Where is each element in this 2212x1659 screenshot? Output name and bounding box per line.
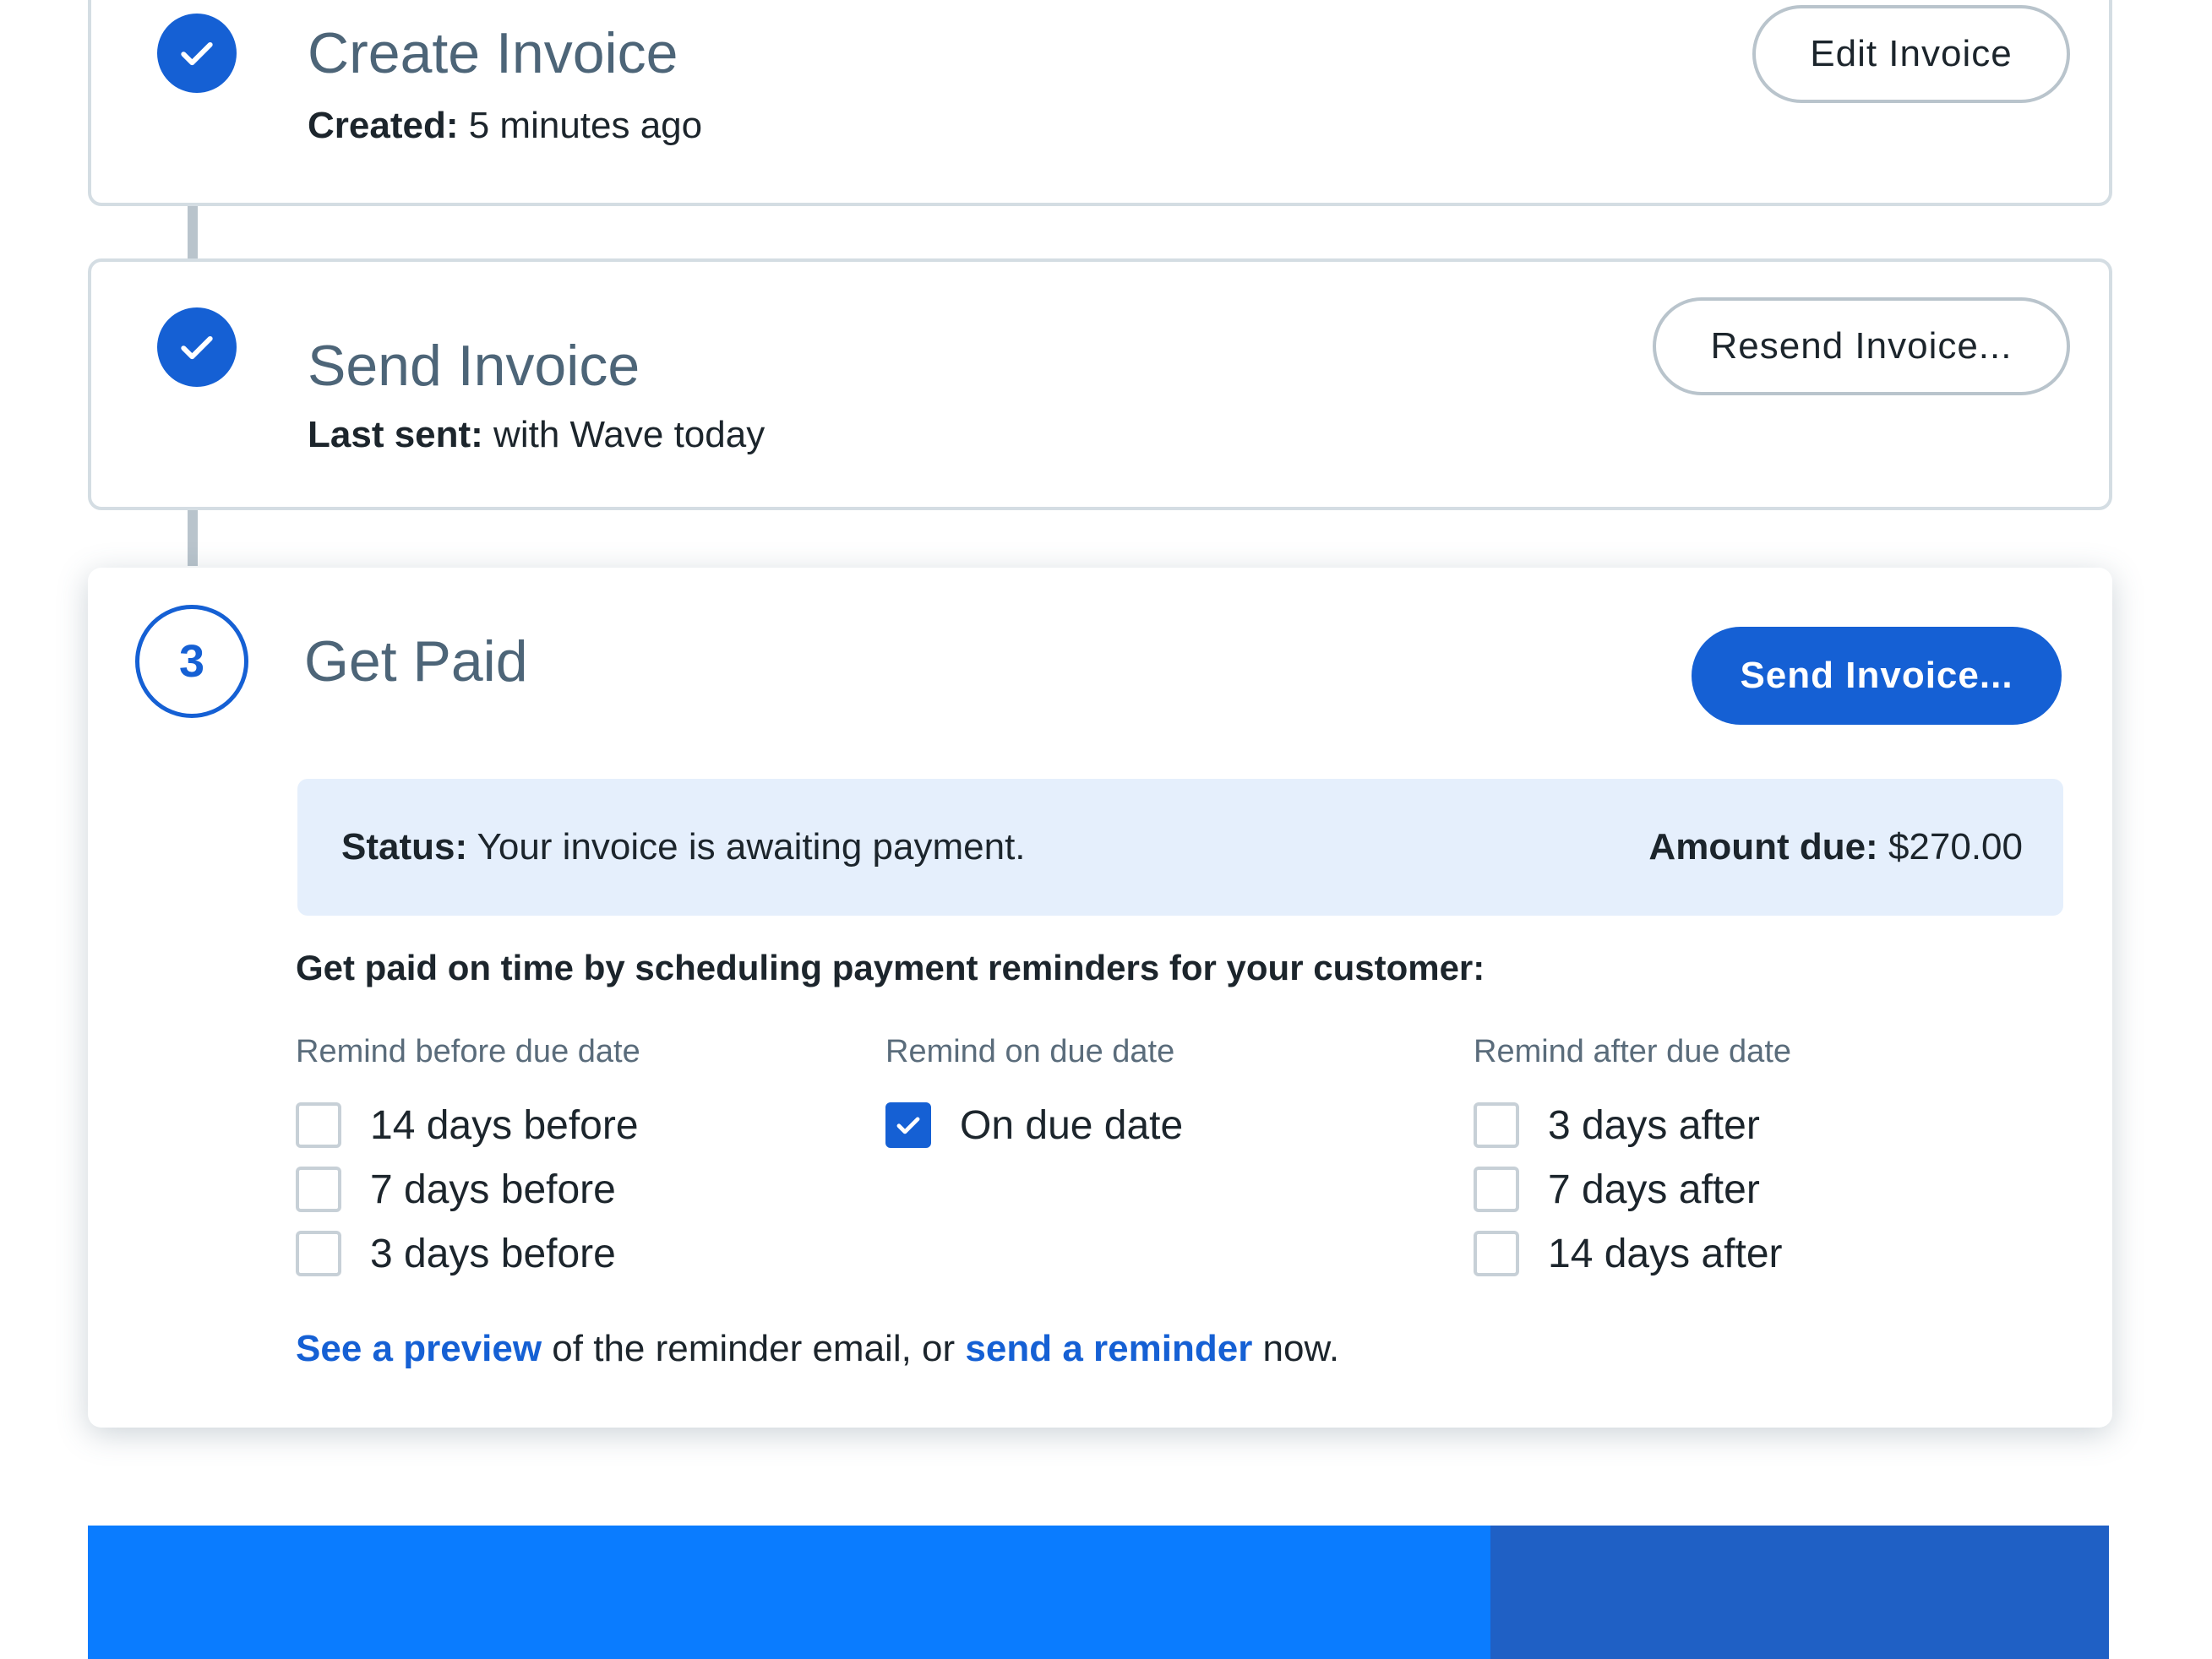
check-circle-icon [157, 307, 237, 387]
step-title: Get Paid [304, 629, 528, 694]
step-number-badge: 3 [135, 605, 248, 718]
checkbox[interactable] [296, 1102, 341, 1148]
status-banner: Status: Your invoice is awaiting payment… [297, 779, 2063, 916]
reminder-column-on: Remind on due date On due date [885, 1034, 1183, 1157]
reminder-option-label: 7 days after [1548, 1167, 1760, 1212]
checkmark-icon [896, 1117, 920, 1134]
step-title: Create Invoice [308, 21, 678, 85]
step-card-send-invoice: Send Invoice Last sent: with Wave today … [88, 258, 2112, 510]
column-title: Remind after due date [1474, 1034, 1792, 1069]
checkbox[interactable] [1474, 1231, 1519, 1276]
reminder-option[interactable]: 7 days before [296, 1157, 640, 1221]
banner-right-panel [1490, 1526, 2109, 1659]
reminder-option[interactable]: 3 days before [296, 1221, 640, 1286]
reminder-option-label: 3 days before [370, 1231, 616, 1276]
meta-label: Last sent: [308, 414, 483, 455]
reminders-heading: Get paid on time by scheduling payment r… [296, 948, 1485, 987]
reminder-option-label: On due date [960, 1102, 1184, 1148]
checkbox[interactable] [296, 1167, 341, 1212]
resend-invoice-button[interactable]: Resend Invoice... [1653, 297, 2070, 395]
see-preview-link[interactable]: See a preview [296, 1328, 542, 1369]
checkbox[interactable] [1474, 1167, 1519, 1212]
reminder-option[interactable]: 7 days after [1474, 1157, 1791, 1221]
step-last-sent-meta: Last sent: with Wave today [308, 414, 765, 456]
column-title: Remind before due date [296, 1034, 640, 1069]
status-label: Status: [341, 826, 468, 868]
meta-label: Created: [308, 105, 459, 146]
status-value: Your invoice is awaiting payment. [467, 826, 1026, 868]
step-card-get-paid: 3 Get Paid Send Invoice... Status: Your … [88, 568, 2112, 1428]
reminder-column-before: Remind before due date 14 days before 7 … [296, 1034, 640, 1286]
reminder-option[interactable]: 14 days before [296, 1093, 640, 1157]
step-connector [188, 507, 198, 566]
banner-left-panel [88, 1526, 1490, 1659]
reminder-option-label: 7 days before [370, 1167, 616, 1212]
meta-value: with Wave today [482, 414, 765, 455]
footer-end-text: now. [1252, 1328, 1340, 1369]
step-connector [188, 204, 198, 260]
reminder-option-label: 14 days before [370, 1102, 639, 1148]
step-created-meta: Created: 5 minutes ago [308, 105, 702, 147]
checkbox[interactable] [296, 1231, 341, 1276]
reminder-option[interactable]: 14 days after [1474, 1221, 1791, 1286]
meta-value: 5 minutes ago [458, 105, 703, 146]
reminder-footer: See a preview of the reminder email, or … [296, 1328, 1339, 1370]
edit-invoice-button[interactable]: Edit Invoice [1752, 5, 2070, 103]
step-card-create-invoice: Create Invoice Created: 5 minutes ago Ed… [88, 0, 2112, 206]
checkbox-checked[interactable] [885, 1102, 931, 1148]
amount-due-value: $270.00 [1877, 826, 2023, 868]
reminder-column-after: Remind after due date 3 days after 7 day… [1474, 1034, 1791, 1286]
bottom-banner [88, 1526, 2109, 1659]
send-invoice-button[interactable]: Send Invoice... [1692, 627, 2062, 725]
invoice-workflow-page: Create Invoice Created: 5 minutes ago Ed… [0, 0, 2212, 1659]
send-reminder-link[interactable]: send a reminder [965, 1328, 1252, 1369]
amount-due: Amount due: $270.00 [1648, 826, 2023, 868]
reminder-option-label: 3 days after [1548, 1102, 1760, 1148]
column-title: Remind on due date [885, 1034, 1175, 1069]
amount-due-label: Amount due: [1648, 826, 1878, 868]
step-title: Send Invoice [308, 334, 640, 398]
footer-middle-text: of the reminder email, or [542, 1328, 966, 1369]
reminder-option-label: 14 days after [1548, 1231, 1783, 1276]
status-text: Status: Your invoice is awaiting payment… [341, 826, 1026, 868]
check-circle-icon [157, 14, 237, 93]
reminder-option[interactable]: 3 days after [1474, 1093, 1791, 1157]
reminder-option[interactable]: On due date [885, 1093, 1183, 1157]
checkbox[interactable] [1474, 1102, 1519, 1148]
